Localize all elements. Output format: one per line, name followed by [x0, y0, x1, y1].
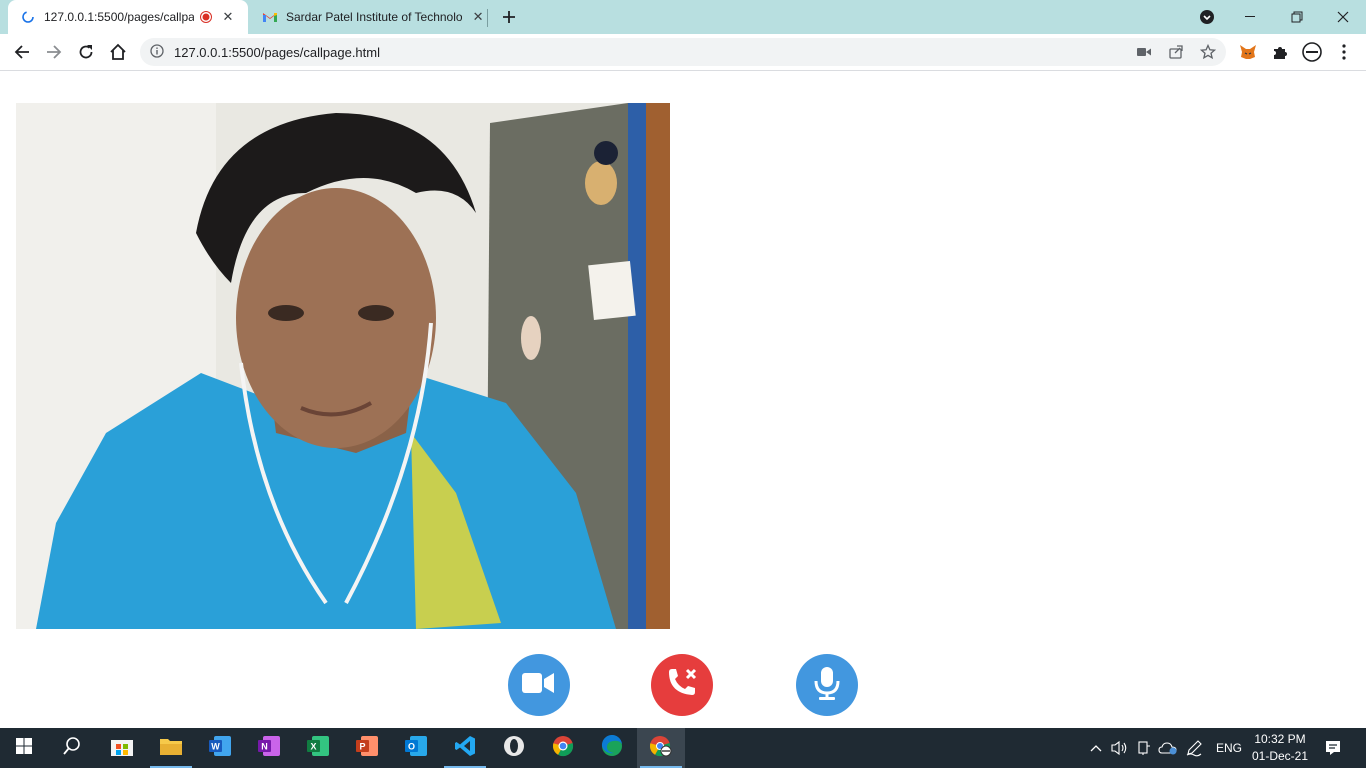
- minimize-button[interactable]: [1228, 0, 1274, 34]
- new-tab-button[interactable]: [499, 7, 519, 27]
- network-icon[interactable]: [1134, 728, 1154, 768]
- pen-icon[interactable]: [1182, 728, 1206, 768]
- browser-menu-icon[interactable]: [1334, 42, 1354, 62]
- extensions-puzzle-icon[interactable]: [1270, 42, 1290, 62]
- metamask-extension-icon[interactable]: [1238, 42, 1258, 62]
- search-button[interactable]: [48, 728, 96, 768]
- svg-text:P: P: [359, 741, 365, 751]
- word-icon: W: [208, 735, 232, 762]
- svg-text:O: O: [408, 741, 415, 751]
- tab-close-icon[interactable]: ✕: [220, 9, 236, 25]
- taskbar-excel[interactable]: X: [294, 728, 342, 768]
- microphone-icon: [813, 666, 841, 705]
- notifications-button[interactable]: [1318, 728, 1348, 768]
- address-text: 127.0.0.1:5500/pages/callpage.html: [174, 45, 380, 60]
- site-info-icon[interactable]: [150, 44, 164, 63]
- tab-search-button[interactable]: [1184, 0, 1230, 34]
- taskbar-file-explorer[interactable]: [147, 728, 195, 768]
- taskbar-chrome-profile[interactable]: [637, 728, 685, 768]
- taskbar-vscode[interactable]: [441, 728, 489, 768]
- loading-favicon-icon: [20, 9, 36, 25]
- onenote-icon: N: [257, 735, 281, 762]
- microsoft-store-icon: [110, 735, 134, 762]
- volume-icon[interactable]: [1108, 728, 1132, 768]
- share-icon[interactable]: [1167, 44, 1185, 60]
- browser-toolbar: 127.0.0.1:5500/pages/callpage.html: [0, 34, 1366, 71]
- outlook-icon: O: [404, 735, 428, 762]
- taskbar-powerpoint[interactable]: P: [343, 728, 391, 768]
- tab-close-icon[interactable]: ✕: [470, 9, 486, 25]
- chrome-icon: [552, 735, 574, 762]
- tab-sardar-patel[interactable]: Sardar Patel Institute of Technology ✕: [250, 0, 486, 34]
- address-bar[interactable]: 127.0.0.1:5500/pages/callpage.html: [140, 38, 1226, 66]
- tab-separator: [487, 9, 488, 27]
- taskbar-outlook[interactable]: O: [392, 728, 440, 768]
- taskbar-onenote[interactable]: N: [245, 728, 293, 768]
- svg-text:X: X: [310, 741, 316, 751]
- start-button[interactable]: [0, 728, 48, 768]
- show-hidden-icons-button[interactable]: [1086, 728, 1106, 768]
- opera-icon: [503, 735, 525, 762]
- clock-time: 10:32 PM: [1254, 732, 1306, 746]
- back-button[interactable]: [10, 40, 34, 64]
- powerpoint-icon: P: [355, 735, 379, 762]
- tab-callpage[interactable]: 127.0.0.1:5500/pages/callpage.html ✕: [8, 0, 248, 34]
- onedrive-icon[interactable]: [1156, 728, 1180, 768]
- search-icon: [63, 736, 81, 760]
- excel-icon: X: [306, 735, 330, 762]
- taskbar-opera[interactable]: [490, 728, 538, 768]
- clock[interactable]: 10:32 PM 01-Dec-21: [1246, 731, 1314, 765]
- tab-title: 127.0.0.1:5500/pages/callpage.html: [44, 10, 194, 24]
- bookmark-star-icon[interactable]: [1199, 44, 1217, 60]
- folder-icon: [159, 736, 183, 761]
- windows-taskbar: W N X P O ENG 10:32 PM 01-Dec-21: [0, 728, 1366, 768]
- taskbar-edge[interactable]: [588, 728, 636, 768]
- clock-date: 01-Dec-21: [1251, 749, 1309, 763]
- svg-text:W: W: [211, 741, 220, 751]
- tab-strip: 127.0.0.1:5500/pages/callpage.html ✕ Sar…: [0, 0, 1366, 34]
- end-call-button[interactable]: [651, 654, 713, 716]
- close-window-button[interactable]: [1320, 0, 1366, 34]
- language-indicator[interactable]: ENG: [1212, 728, 1246, 768]
- profile-avatar[interactable]: [1302, 42, 1322, 62]
- camera-in-use-icon[interactable]: [1135, 44, 1153, 60]
- vscode-icon: [454, 735, 476, 762]
- chrome-profile-icon: [649, 735, 673, 762]
- svg-text:N: N: [261, 741, 268, 751]
- taskbar-word[interactable]: W: [196, 728, 244, 768]
- video-camera-icon: [522, 671, 556, 700]
- recording-indicator-icon: [200, 11, 212, 23]
- edge-icon: [601, 734, 623, 762]
- taskbar-chrome[interactable]: [539, 728, 587, 768]
- windows-logo-icon: [16, 737, 32, 759]
- tab-title: Sardar Patel Institute of Technology: [286, 10, 463, 24]
- camera-toggle-button[interactable]: [508, 654, 570, 716]
- restore-button[interactable]: [1274, 0, 1320, 34]
- local-video-feed: [16, 103, 670, 629]
- phone-hangup-icon: [665, 666, 699, 705]
- taskbar-store[interactable]: [98, 728, 146, 768]
- home-button[interactable]: [106, 40, 130, 64]
- forward-button[interactable]: [42, 40, 66, 64]
- reload-button[interactable]: [74, 40, 98, 64]
- gmail-favicon-icon: [262, 9, 278, 25]
- microphone-toggle-button[interactable]: [796, 654, 858, 716]
